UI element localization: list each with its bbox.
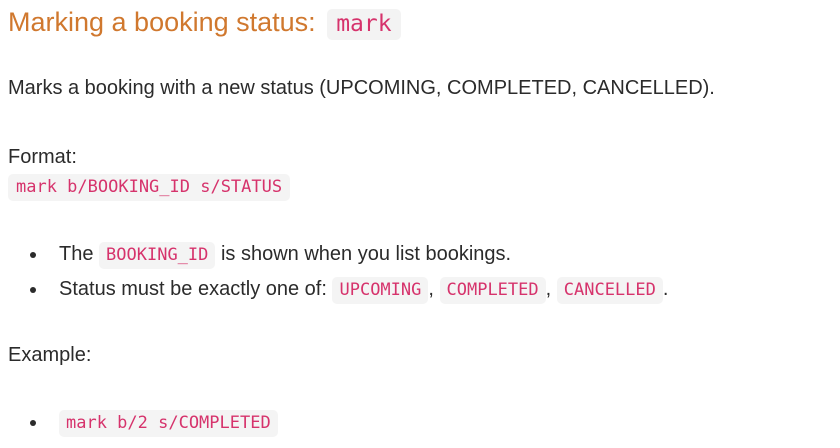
heading-text: Marking a booking status: xyxy=(8,7,316,37)
heading-command-code: mark xyxy=(327,9,401,40)
note-prefix: Status must be exactly one of: xyxy=(59,278,327,300)
list-item: Status must be exactly one of: UPCOMING,… xyxy=(8,275,668,310)
notes-list: The BOOKING_ID is shown when you list bo… xyxy=(8,240,668,310)
format-syntax: mark b/BOOKING_ID s/STATUS xyxy=(8,174,291,201)
bullet-icon xyxy=(30,252,36,258)
bullet-icon xyxy=(30,287,36,293)
section-heading: Marking a booking status: mark xyxy=(8,3,401,43)
list-item: The BOOKING_ID is shown when you list bo… xyxy=(8,240,668,275)
example-command-code: mark b/2 s/COMPLETED xyxy=(59,410,278,437)
bullet-icon xyxy=(30,420,36,426)
separator: , xyxy=(545,278,552,300)
booking-id-code: BOOKING_ID xyxy=(99,242,216,269)
example-label: Example: xyxy=(8,344,92,366)
format-label: Format: xyxy=(8,146,77,168)
note-suffix: is shown when you list bookings. xyxy=(220,243,512,265)
status-code-completed: COMPLETED xyxy=(439,277,546,304)
example-list: mark b/2 s/COMPLETED xyxy=(8,408,278,443)
format-syntax-code: mark b/BOOKING_ID s/STATUS xyxy=(8,174,291,201)
separator: , xyxy=(428,278,434,300)
note-prefix: The xyxy=(59,243,94,265)
status-code-upcoming: UPCOMING xyxy=(332,277,429,304)
status-code-cancelled: CANCELLED xyxy=(556,277,663,304)
list-item: mark b/2 s/COMPLETED xyxy=(8,408,278,443)
sentence-end: . xyxy=(662,278,669,300)
command-description: Marks a booking with a new status (UPCOM… xyxy=(8,77,715,99)
